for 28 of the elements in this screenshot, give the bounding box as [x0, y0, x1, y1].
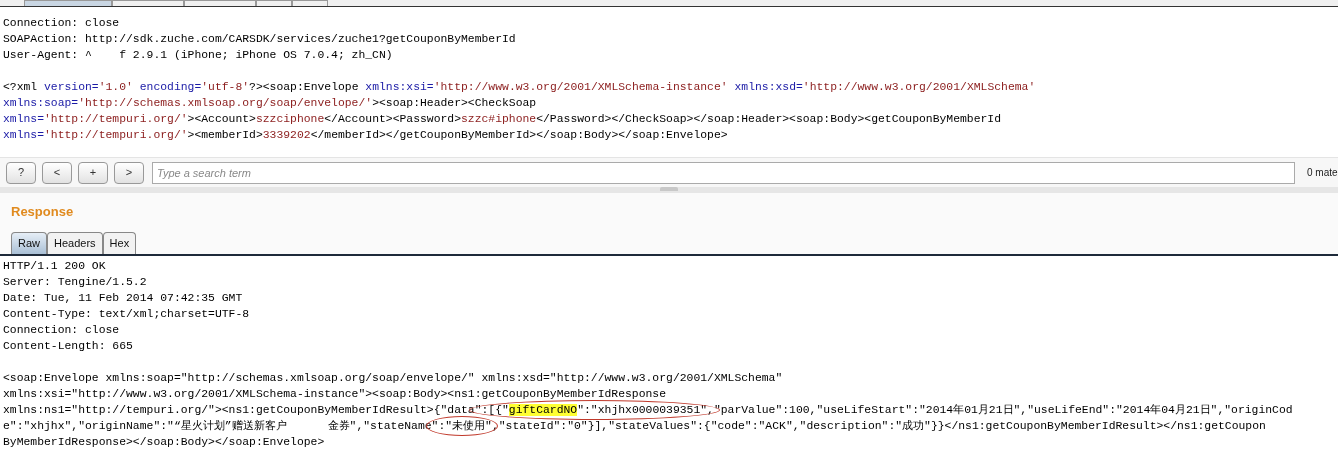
section-title: Response: [10, 203, 74, 221]
search-field[interactable]: Type a search term: [152, 161, 1295, 184]
code-line: xmlns:xsi="http://www.w3.org/2001/XMLSchema-instance"><soap:Body><ns1:getCouponByMemberIdResponse: [3, 386, 667, 402]
tab[interactable]: Raw: [11, 231, 47, 254]
code-line: SOAPAction: http://sdk.zuche.com/CARSDK/services/zuche1?getCouponByMemberId: [3, 32, 516, 47]
code-line: ByMemberIdResponse></soap:Body></soap:Envelope>: [3, 434, 325, 450]
code-line: Server: Tengine/1.5.2: [3, 274, 147, 290]
code-line: xmlns:ns1="http://tempuri.org/"><ns1:getCouponByMemberIdResult>{"data":[{"giftCardNO":"xhjhx0000039351","parValue":100,"useLifeStart":"2014年01月21日","useLifeEnd":"2014年04月21日","originCod: [3, 401, 1293, 418]
tab[interactable]: Headers: [47, 231, 103, 254]
code-line: xmlns='http://tempuri.org/'><Account>szzciphone</Account><Password>szzc#iphone</Password></CheckSoap></soap:Header><soap:Body><getCouponByMemberId: [3, 112, 1002, 127]
code-line: HTTP/1.1 200 OK: [3, 258, 106, 274]
toolbar-button[interactable]: >: [114, 161, 144, 184]
toolbar-button[interactable]: +: [78, 161, 108, 184]
code-line: User-Agent: ^ f 2.9.1 (iPhone; iPhone OS 7.0.4; zh_CN): [3, 48, 393, 63]
tab[interactable]: Hex: [102, 231, 137, 254]
toolbar-button[interactable]: <: [42, 161, 72, 184]
code-line: xmlns:soap='http://schemas.xmlsoap.org/soap/envelope/'><soap:Header><CheckSoap: [3, 96, 537, 111]
code-line: Content-Type: text/xml;charset=UTF-8: [3, 306, 250, 322]
code-line: <?xml version='1.0' encoding='utf-8'?><soap:Envelope xmlns:xsi='http://www.w3.org/2001/XMLSchema-instance' xmlns:xsd='http://www.w3.org/2001/XMLSchema': [3, 80, 1036, 95]
code-line: Connection: close: [3, 322, 120, 338]
code-line: Content-Length: 665: [3, 338, 133, 354]
code-line: <soap:Envelope xmlns:soap="http://schemas.xmlsoap.org/soap/envelope/" xmlns:xsd="http://www.w3.org/2001/XMLSchema": [3, 370, 783, 386]
code-line: Date: Tue, 11 Feb 2014 07:42:35 GMT: [3, 290, 243, 306]
match-count: 0 mate: [1307, 166, 1338, 180]
code-line: Connection: close: [3, 16, 120, 31]
code-line: e":"xhjhx","originName":"“星火计划”赠送新客户 金券","stateName":"未使用","stateId":"0"}],"stateValues":{"code":"ACK","description":"成功"}}</ns1:getCouponByMemberIdResult></ns1:getCoupon: [3, 417, 1266, 434]
code-line: xmlns='http://tempuri.org/'><memberId>3339202</memberId></getCouponByMemberId></soap:Body></soap:Envelope>: [3, 128, 728, 143]
toolbar-button[interactable]: ?: [6, 161, 36, 184]
